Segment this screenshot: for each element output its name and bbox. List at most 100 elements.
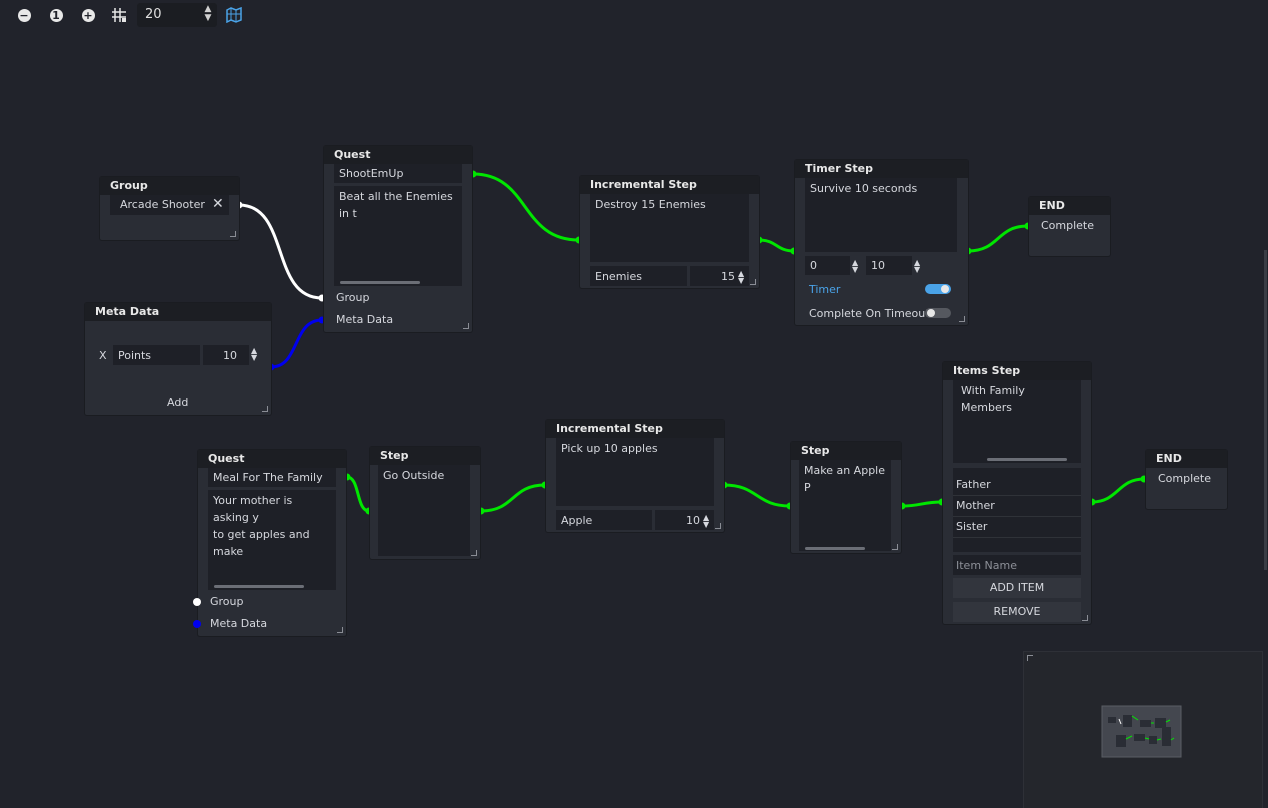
meta-value-input[interactable]: 10 (203, 345, 249, 365)
horizontal-scrollbar[interactable] (340, 281, 420, 284)
step-description: Survive 10 seconds (810, 182, 918, 195)
stepper-icon[interactable]: ▲ ▼ (703, 514, 709, 529)
incremental-step-node[interactable]: Incremental Step Destroy 15 Enemies Enem… (580, 176, 759, 288)
resize-grip[interactable] (892, 544, 898, 550)
list-item[interactable]: Father (953, 475, 1081, 496)
timer-min-input[interactable]: 0 (805, 256, 850, 275)
node-title: Group (100, 177, 239, 195)
list-item[interactable]: Sister (953, 517, 1081, 538)
resize-grip[interactable] (1082, 615, 1088, 621)
node-title: Incremental Step (546, 420, 724, 438)
list-item[interactable]: Mother (953, 496, 1081, 517)
horizontal-scrollbar[interactable] (987, 458, 1067, 461)
step-description: Make an Apple P (804, 464, 885, 494)
resize-grip[interactable] (715, 523, 721, 529)
group-port[interactable] (193, 598, 201, 606)
step-node[interactable]: Step Make an Apple P (791, 442, 901, 553)
item-name-input[interactable]: Item Name (953, 555, 1081, 575)
quest-name-input[interactable]: Meal For The Family (208, 468, 336, 487)
timer-label: Timer (809, 283, 841, 296)
step-node[interactable]: Step Go Outside (370, 447, 480, 559)
resize-grip[interactable] (262, 406, 268, 412)
quest-name: Meal For The Family (213, 471, 323, 484)
node-title: Incremental Step (580, 176, 759, 194)
node-title: Quest (198, 450, 346, 468)
group-node[interactable]: Group Arcade Shooter ✕ (100, 177, 239, 240)
end-label: Complete (1158, 472, 1212, 485)
item-name-input[interactable]: Enemies (590, 266, 687, 286)
node-title: Items Step (943, 362, 1091, 380)
resize-grip[interactable] (471, 550, 477, 556)
quest-description-input[interactable]: Your mother is asking y to get apples an… (208, 490, 336, 590)
add-item-button[interactable]: ADD ITEM (953, 578, 1081, 598)
step-description-input[interactable]: Pick up 10 apples (556, 438, 714, 506)
items-list[interactable]: Father Mother Sister (953, 468, 1081, 552)
horizontal-scrollbar[interactable] (805, 547, 865, 550)
minimap[interactable] (1024, 652, 1262, 808)
step-description: With Family Members (961, 384, 1025, 414)
timer-max: 10 (871, 259, 885, 272)
item-name: Apple (561, 514, 593, 527)
resize-grip[interactable] (337, 627, 343, 633)
stepper-icon[interactable]: ▲ ▼ (738, 270, 744, 285)
timer-max-input[interactable]: 10 (866, 256, 912, 275)
node-title: Step (370, 447, 480, 465)
meta-key-value: Points (118, 349, 152, 362)
meta-data-node[interactable]: Meta Data X Points 10 ▲ ▼ Add (85, 303, 271, 415)
step-description-input[interactable]: Go Outside (378, 465, 470, 556)
end-node[interactable]: END Complete (1029, 197, 1110, 256)
meta-port-label: Meta Data (336, 313, 394, 326)
horizontal-scrollbar[interactable] (214, 585, 304, 588)
step-description-input[interactable]: Make an Apple P (799, 460, 891, 551)
timer-step-node[interactable]: Timer Step Survive 10 seconds 0 ▲ ▼ 10 ▲ ▼… (795, 160, 968, 325)
step-description: Pick up 10 apples (561, 442, 658, 455)
resize-grip[interactable] (959, 316, 965, 322)
meta-value: 10 (223, 349, 237, 362)
group-value: Arcade Shooter (120, 198, 205, 211)
end-label: Complete (1041, 219, 1095, 232)
minimap-view (1101, 705, 1182, 758)
node-title: Meta Data (85, 303, 271, 321)
step-description-input[interactable]: With Family Members (953, 380, 1081, 463)
incremental-step-node[interactable]: Incremental Step Pick up 10 apples Apple… (546, 420, 724, 532)
count-value: 10 (686, 514, 700, 527)
add-meta-button[interactable]: Add (167, 396, 188, 409)
node-title: Step (791, 442, 901, 460)
item-name: Enemies (595, 270, 642, 283)
group-port-label: Group (210, 595, 244, 608)
remove-item-button[interactable]: REMOVE (953, 602, 1081, 622)
timer-toggle[interactable] (925, 284, 951, 294)
items-step-node[interactable]: Items Step With Family Members Father Mo… (943, 362, 1091, 624)
resize-grip[interactable] (750, 279, 756, 285)
complete-on-timeout-toggle[interactable] (925, 308, 951, 318)
meta-key-input[interactable]: Points (113, 345, 200, 365)
count-value: 15 (721, 270, 735, 283)
resize-grip[interactable] (463, 323, 469, 329)
group-port-label: Group (336, 291, 370, 304)
step-description-input[interactable]: Survive 10 seconds (805, 178, 957, 252)
quest-description-input[interactable]: Beat all the Enemies in t (334, 186, 462, 286)
item-name-input[interactable]: Apple (556, 510, 652, 530)
step-description-input[interactable]: Destroy 15 Enemies (590, 194, 749, 262)
end-node[interactable]: END Complete (1146, 450, 1227, 509)
node-title: Timer Step (795, 160, 968, 178)
node-title: END (1146, 450, 1227, 468)
quest-name: ShootEmUp (339, 167, 404, 180)
quest-description: Beat all the Enemies in t (339, 190, 453, 220)
meta-port[interactable] (193, 620, 201, 628)
vertical-scrollbar[interactable] (1264, 250, 1267, 570)
remove-entry-button[interactable]: X (99, 349, 107, 362)
item-name-placeholder: Item Name (956, 559, 1017, 572)
meta-port-label: Meta Data (210, 617, 268, 630)
stepper-icon[interactable]: ▲ ▼ (251, 347, 257, 362)
quest-name-input[interactable]: ShootEmUp (334, 164, 462, 183)
quest-description-line: Your mother is asking y (213, 494, 293, 524)
stepper-icon[interactable]: ▲ ▼ (914, 259, 920, 274)
clear-icon[interactable]: ✕ (212, 196, 224, 212)
resize-grip[interactable] (230, 231, 236, 237)
quest-node[interactable]: Quest ShootEmUp Beat all the Enemies in … (324, 146, 472, 332)
step-description: Go Outside (383, 469, 445, 482)
quest-node[interactable]: Quest Meal For The Family Your mother is… (193, 450, 346, 636)
node-title: Quest (324, 146, 472, 164)
stepper-icon[interactable]: ▲ ▼ (852, 259, 858, 274)
